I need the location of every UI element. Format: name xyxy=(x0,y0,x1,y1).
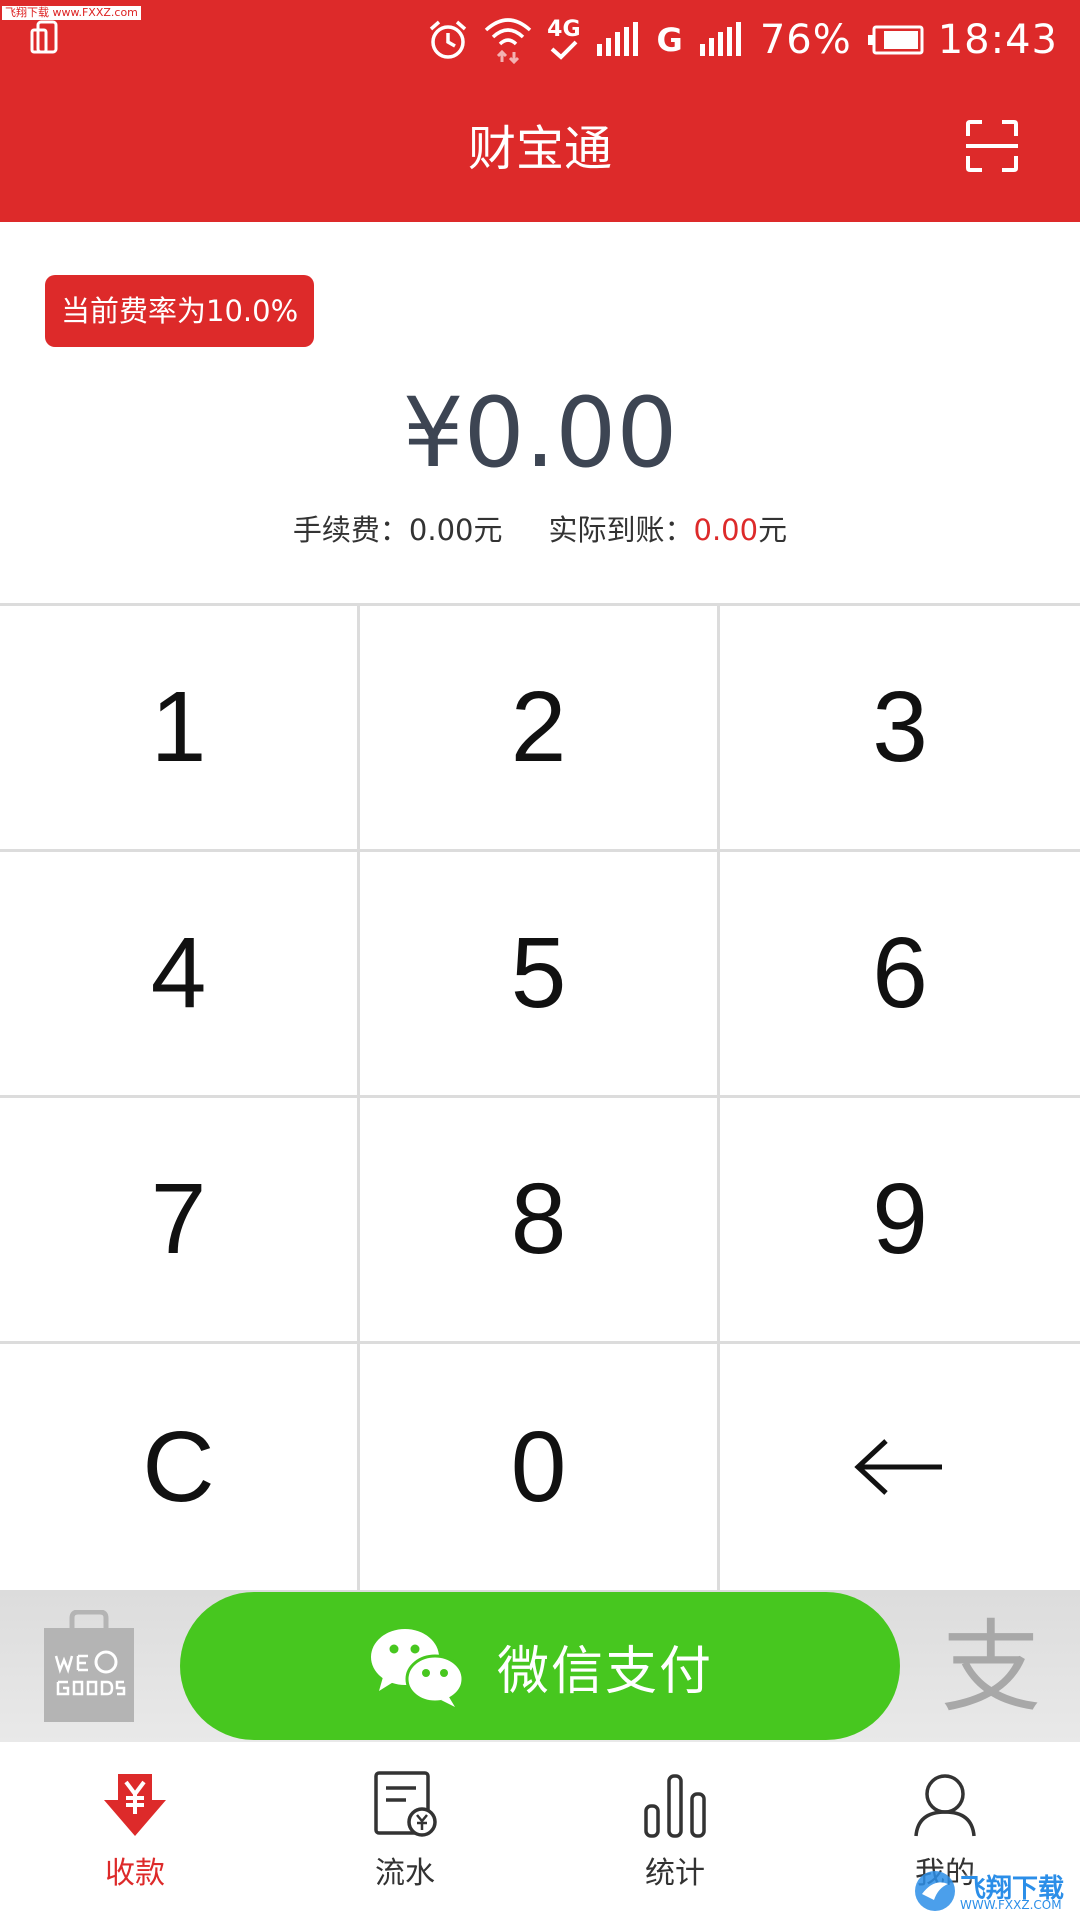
nav-label-statistics: 统计 xyxy=(645,1856,705,1891)
wifi-icon xyxy=(484,18,532,64)
network-g-label: G xyxy=(656,21,684,59)
signal-strength-2-icon xyxy=(699,22,741,56)
network-type-indicator: 4G xyxy=(547,19,581,60)
page-title: 财宝通 xyxy=(467,121,612,177)
key-7[interactable]: 7 xyxy=(0,1098,360,1344)
watermark-text: 飞翔下载 www.FXXZ.com xyxy=(2,6,141,20)
nav-label-transactions: 流水 xyxy=(375,1856,435,1891)
watermark-logo-sub: WWW.FXXZ.COM xyxy=(960,1898,1062,1912)
key-0[interactable]: 0 xyxy=(360,1344,720,1590)
fee-label: 手续费： xyxy=(292,513,409,547)
key-clear[interactable]: C xyxy=(0,1344,360,1590)
backspace-arrow-icon xyxy=(854,1439,942,1495)
numeric-keypad: 1 2 3 4 5 6 7 8 9 C 0 xyxy=(0,603,1080,1590)
payment-method-strip: 微信支付 支 xyxy=(0,1590,1080,1742)
alarm-icon xyxy=(430,20,467,59)
watermark-bird-icon xyxy=(915,1871,955,1911)
key-backspace[interactable] xyxy=(720,1344,1080,1590)
scan-icon[interactable] xyxy=(964,118,1020,174)
bar-chart-icon xyxy=(644,1774,706,1838)
nav-item-statistics[interactable]: 统计 xyxy=(540,1742,810,1920)
nav-label-collect: 收款 xyxy=(105,1856,165,1891)
checkmark-icon xyxy=(550,40,578,60)
key-3[interactable]: 3 xyxy=(720,606,1080,852)
key-4[interactable]: 4 xyxy=(0,852,360,1098)
receipt-icon xyxy=(374,1771,437,1837)
alipay-glyph: 支 xyxy=(941,1614,1041,1720)
screen-rotate-icon xyxy=(30,20,58,54)
fee-summary: 手续费：0.00元 实际到账：0.00元 xyxy=(0,505,1080,555)
alipay-icon[interactable]: 支 xyxy=(928,1614,1054,1720)
amount-display: ¥0.00 xyxy=(402,377,678,489)
key-9[interactable]: 9 xyxy=(720,1098,1080,1344)
wechat-icon xyxy=(370,1629,465,1707)
fee-value: 0.00元 xyxy=(408,513,503,547)
key-2[interactable]: 2 xyxy=(360,606,720,852)
actual-unit: 元 xyxy=(758,513,788,547)
clock-time: 18:43 xyxy=(937,17,1058,63)
battery-icon xyxy=(867,25,924,55)
key-6[interactable]: 6 xyxy=(720,852,1080,1098)
yen-down-arrow-icon xyxy=(104,1774,166,1836)
signal-strength-icon xyxy=(596,22,638,56)
fee-rate-badge: 当前费率为10.0% xyxy=(45,275,315,347)
nav-item-collect[interactable]: 收款 xyxy=(0,1742,270,1920)
key-8[interactable]: 8 xyxy=(360,1098,720,1344)
watermark-logo: 飞翔下载 WWW.FXXZ.COM xyxy=(912,1866,1074,1916)
wechat-pay-label: 微信支付 xyxy=(496,1641,713,1702)
wechat-pay-button[interactable]: 微信支付 xyxy=(180,1592,900,1740)
key-1[interactable]: 1 xyxy=(0,606,360,852)
user-icon xyxy=(914,1774,976,1837)
wegoods-logo-icon[interactable] xyxy=(44,1610,134,1722)
key-5[interactable]: 5 xyxy=(360,852,720,1098)
status-bar: 飞翔下载 www.FXXZ.com 4G G 76% 18:43 xyxy=(0,0,1080,78)
app-header: 飞翔下载 www.FXXZ.com 4G G 76% 18:43 财宝通 xyxy=(0,0,1080,222)
actual-value: 0.00 xyxy=(693,513,759,547)
actual-label: 实际到账： xyxy=(548,513,694,547)
nav-item-transactions[interactable]: 流水 xyxy=(270,1742,540,1920)
battery-percent: 76% xyxy=(759,17,852,63)
